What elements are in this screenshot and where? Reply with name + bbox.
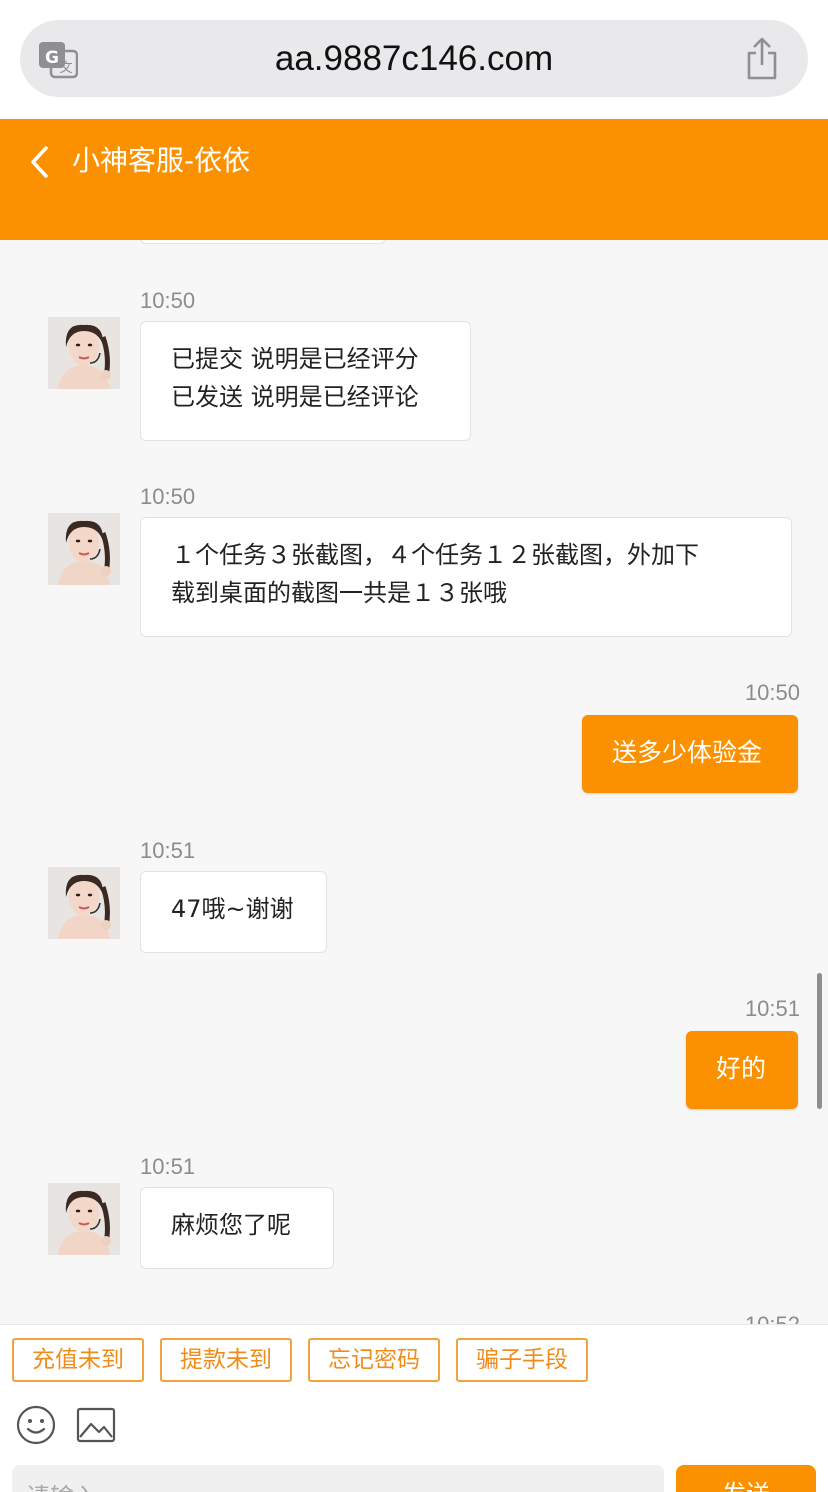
outgoing-message-bubble: 送多少体验金 [582,715,798,793]
message-bubble-partial [140,240,386,244]
message-text-line: 47哦~谢谢 [171,895,294,923]
quick-reply-button[interactable]: 骗子手段 [456,1338,588,1382]
message-text-line: 麻烦您了呢 [171,1211,291,1239]
message-text-line: 已发送 说明是已经评论 [171,383,419,411]
quick-reply-button[interactable]: 提款未到 [160,1338,292,1382]
message-timestamp: 10:50 [140,484,196,509]
message-text-line: １个任务３张截图，４个任务１２张截图，外加下 [171,541,699,569]
message-timestamp: 10:50 [744,680,800,705]
message-input[interactable]: 请输入 [12,1465,664,1492]
url-text[interactable]: aa.9887c146.com [20,20,808,97]
message-text-line: 送多少体验金 [612,738,763,767]
message-text-line: 已提交 说明是已经评分 [171,345,419,373]
agent-avatar [48,317,120,389]
incoming-message-bubble: １个任务３张截图，４个任务１２张截图，外加下 载到桌面的截图一共是１３张哦 [140,517,792,637]
address-bar[interactable]: G 文 aa.9887c146.com [20,20,808,97]
message-text-line: 好的 [716,1054,767,1083]
composer-panel: 充值未到 提款未到 忘记密码 骗子手段 请输入 发送 [0,1324,828,1492]
message-timestamp: 10:51 [140,1154,196,1179]
emoji-icon[interactable] [16,1405,56,1445]
image-icon[interactable] [76,1407,116,1443]
chat-message-list[interactable]: 10:50 已提交 说明是已经评分 已发送 说明是已经评论 10:50 １个任务… [0,240,828,1324]
share-icon[interactable] [744,37,780,81]
message-timestamp: 10:50 [140,288,196,313]
quick-reply-button[interactable]: 充值未到 [12,1338,144,1382]
message-timestamp: 10:51 [744,996,800,1021]
incoming-message-bubble: 麻烦您了呢 [140,1187,334,1269]
agent-avatar [48,513,120,585]
page-title: 小神客服-依依 [72,144,251,177]
scrollbar[interactable] [817,973,822,1109]
send-button[interactable]: 发送 [676,1465,816,1492]
incoming-message-bubble: 已提交 说明是已经评分 已发送 说明是已经评论 [140,321,471,441]
browser-toolbar: G 文 aa.9887c146.com [0,0,828,119]
quick-reply-button[interactable]: 忘记密码 [308,1338,440,1382]
outgoing-message-bubble: 好的 [686,1031,798,1109]
chat-header: 小神客服-依依 [0,119,828,240]
chevron-left-icon[interactable] [28,144,50,180]
agent-avatar [48,867,120,939]
message-timestamp: 10:51 [140,838,196,863]
message-timestamp: 10:52 [745,1312,800,1324]
incoming-message-bubble: 47哦~谢谢 [140,871,327,953]
agent-avatar [48,1183,120,1255]
message-text-line: 载到桌面的截图一共是１３张哦 [171,579,507,607]
